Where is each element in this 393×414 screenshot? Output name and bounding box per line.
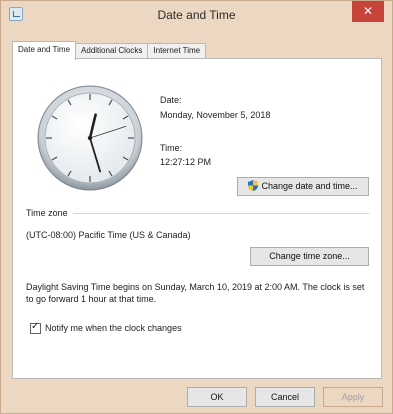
notify-checkbox[interactable]	[30, 321, 41, 334]
date-label: Date:	[160, 95, 182, 105]
date-time-dialog: Date and Time ✕ Date and Time Additional…	[0, 0, 393, 414]
apply-button: Apply	[323, 387, 383, 407]
window-title: Date and Time	[157, 8, 236, 22]
time-value: 12:27:12 PM	[160, 157, 212, 167]
time-zone-divider	[73, 213, 369, 214]
tab-date-and-time[interactable]: Date and Time	[12, 41, 77, 60]
change-date-time-button[interactable]: Change date and time...	[237, 177, 369, 196]
ok-button[interactable]: OK	[187, 387, 247, 407]
dst-info: Daylight Saving Time begins on Sunday, M…	[26, 282, 365, 304]
date-value: Monday, November 5, 2018	[160, 110, 271, 120]
notify-label[interactable]: Notify me when the clock changes	[45, 323, 182, 333]
analog-clock-icon	[37, 85, 143, 191]
tab-panel: Date: Monday, November 5, 2018 Time: 12:…	[12, 58, 382, 379]
tab-strip: Date and Time Additional Clocks Internet…	[12, 41, 207, 60]
time-label: Time:	[160, 143, 183, 153]
uac-shield-icon	[248, 180, 259, 191]
time-zone-heading: Time zone	[26, 208, 68, 218]
change-date-time-label: Change date and time...	[261, 181, 358, 191]
title-bar[interactable]: Date and Time ✕	[1, 1, 392, 29]
change-time-zone-button[interactable]: Change time zone...	[250, 247, 369, 266]
time-zone-value: (UTC-08:00) Pacific Time (US & Canada)	[26, 230, 191, 240]
cancel-button[interactable]: Cancel	[255, 387, 315, 407]
close-button[interactable]: ✕	[352, 1, 384, 22]
